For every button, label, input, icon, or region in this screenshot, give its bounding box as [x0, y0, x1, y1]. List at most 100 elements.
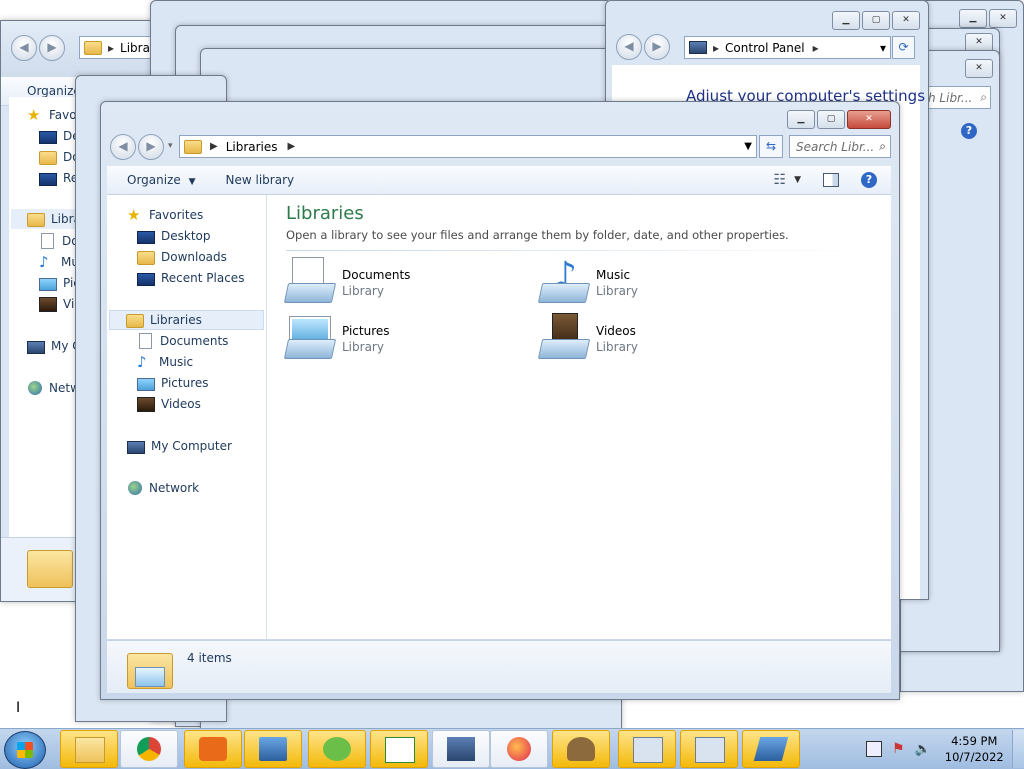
computer-icon	[127, 440, 145, 454]
start-button[interactable]	[4, 731, 46, 769]
taskbar-control-panel-button[interactable]	[244, 730, 302, 768]
control-panel-icon	[259, 737, 287, 761]
search-placeholder: Search Libr...	[796, 139, 875, 154]
organize-button[interactable]: Organize ▼	[127, 173, 196, 187]
folder-icon	[75, 737, 105, 763]
library-type: Library	[342, 284, 384, 298]
address-bar[interactable]: ▸ Control Panel ▸ ▾	[684, 36, 891, 59]
help-icon[interactable]: ?	[861, 172, 877, 188]
computer-icon	[27, 340, 45, 354]
view-options-dropdown[interactable]: ▼	[794, 175, 801, 185]
network-icon	[28, 381, 42, 395]
star-icon: ★	[27, 106, 41, 124]
command-bar: Organize ▼ New library ☷ ▼ ?	[107, 166, 891, 195]
back-button[interactable]: ◀	[616, 34, 642, 60]
library-type: Library	[342, 340, 384, 354]
firefox-icon	[507, 737, 531, 761]
taskbar-explorer-button[interactable]	[60, 730, 118, 768]
nav-videos[interactable]: Videos	[161, 397, 201, 411]
videos-icon	[39, 297, 57, 312]
installer-icon	[567, 737, 595, 761]
library-tile-music[interactable]: ♪ Music Library	[537, 255, 638, 303]
nav-documents[interactable]: Documents	[160, 334, 228, 348]
preview-pane-icon[interactable]	[823, 173, 839, 187]
minimize-button[interactable]: ▁	[832, 11, 860, 30]
libraries-folder-icon	[27, 550, 73, 588]
search-box[interactable]: h Libr... ⌕	[923, 86, 991, 109]
forward-button[interactable]: ▶	[39, 35, 65, 61]
taskbar-clock-app-2-button[interactable]	[680, 730, 738, 768]
recent-places-icon	[137, 272, 155, 286]
library-tile-videos[interactable]: Videos Library	[537, 313, 638, 359]
taskbar-installer-button[interactable]	[552, 730, 610, 768]
help-icon[interactable]: ?	[961, 123, 977, 139]
pictures-icon	[39, 277, 57, 291]
show-desktop-button[interactable]	[1012, 730, 1024, 768]
close-button[interactable]: ✕	[847, 110, 891, 129]
taskbar-media-player-button[interactable]	[184, 730, 242, 768]
breadcrumb-libraries[interactable]: Libraries	[226, 140, 278, 154]
library-name: Videos	[596, 324, 636, 338]
nav-libraries-row[interactable]: Libraries	[109, 310, 264, 330]
pictures-icon	[137, 377, 155, 391]
address-dropdown-icon[interactable]: ▼	[744, 141, 752, 152]
library-tile-documents[interactable]: Documents Library	[283, 257, 410, 303]
back-button[interactable]: ◀	[110, 134, 136, 160]
maximize-button[interactable]: ▢	[817, 110, 845, 129]
nav-libraries[interactable]: Libraries	[150, 313, 202, 327]
nav-my-computer[interactable]: My Computer	[151, 439, 232, 453]
nav-favorites[interactable]: Favorites	[149, 208, 203, 222]
clock-date: 10/7/2022	[944, 750, 1004, 764]
taskbar-computer-button[interactable]	[432, 730, 490, 768]
close-button[interactable]: ✕	[989, 9, 1017, 28]
videos-icon	[137, 397, 155, 412]
action-center-flag-icon[interactable]: ⚑	[892, 741, 905, 757]
nav-music[interactable]: Music	[159, 355, 193, 369]
back-button[interactable]: ◀	[11, 35, 37, 61]
refresh-button[interactable]: ⇆	[759, 135, 783, 158]
documents-icon	[41, 233, 54, 249]
clock[interactable]: 4:59 PM 10/7/2022	[945, 733, 1004, 765]
change-view-icon[interactable]: ☷	[774, 172, 787, 188]
nav-favorites[interactable]: Favo	[49, 108, 77, 122]
nav-downloads[interactable]: Downloads	[161, 250, 227, 264]
search-input[interactable]: Search Libr... ⌕	[789, 135, 891, 158]
close-button[interactable]: ✕	[892, 11, 920, 30]
organize-button[interactable]: Organize	[27, 84, 81, 98]
clock-app-icon	[695, 737, 725, 763]
taskbar-sync-button[interactable]	[308, 730, 366, 768]
nav-network[interactable]: Network	[149, 481, 199, 495]
refresh-button[interactable]: ⟳	[892, 36, 915, 59]
taskbar-chrome-button[interactable]	[120, 730, 178, 768]
forward-button[interactable]: ▶	[138, 134, 164, 160]
recent-pages-dropdown[interactable]: ▾	[168, 134, 173, 160]
downloads-icon	[39, 151, 57, 165]
volume-icon[interactable]: 🔈	[915, 742, 931, 757]
nav-pictures[interactable]: Pictures	[161, 376, 209, 390]
header-divider	[286, 250, 876, 251]
address-text: Control Panel	[725, 40, 805, 55]
forward-button[interactable]: ▶	[644, 34, 670, 60]
close-button[interactable]: ✕	[965, 59, 993, 78]
title-bar[interactable]: ◀ ▶ ▸ Libra	[1, 21, 161, 77]
nav-desktop[interactable]: Desktop	[161, 229, 211, 243]
address-dropdown-icon[interactable]: ▾	[880, 41, 886, 55]
maximize-button[interactable]: ▢	[862, 11, 890, 30]
new-library-button[interactable]: New library	[226, 173, 295, 187]
nav-recent-places[interactable]: Recent Places	[161, 271, 244, 285]
address-text: Libra	[120, 40, 150, 55]
libraries-explorer-window[interactable]: ▁ ▢ ✕ ◀ ▶ ▾ ▶ Libraries ▶ ▼ ⇆ Search Lib…	[100, 101, 900, 700]
taskbar-firefox-button[interactable]	[490, 730, 548, 768]
libraries-folder-icon	[184, 139, 202, 154]
minimize-button[interactable]: ▁	[959, 9, 987, 28]
taskbar-display-button[interactable]	[742, 730, 800, 768]
clock-time: 4:59 PM	[951, 734, 998, 748]
system-tray: ⚑ 🔈 4:59 PM 10/7/2022	[862, 732, 1022, 766]
taskbar-notepad-button[interactable]	[370, 730, 428, 768]
network-tray-icon[interactable]	[866, 741, 882, 757]
address-bar[interactable]: ▶ Libraries ▶ ▼	[179, 135, 757, 158]
minimize-button[interactable]: ▁	[787, 110, 815, 129]
recent-places-icon	[39, 172, 57, 186]
taskbar-clock-app-1-button[interactable]	[618, 730, 676, 768]
library-tile-pictures[interactable]: Pictures Library	[283, 313, 390, 359]
